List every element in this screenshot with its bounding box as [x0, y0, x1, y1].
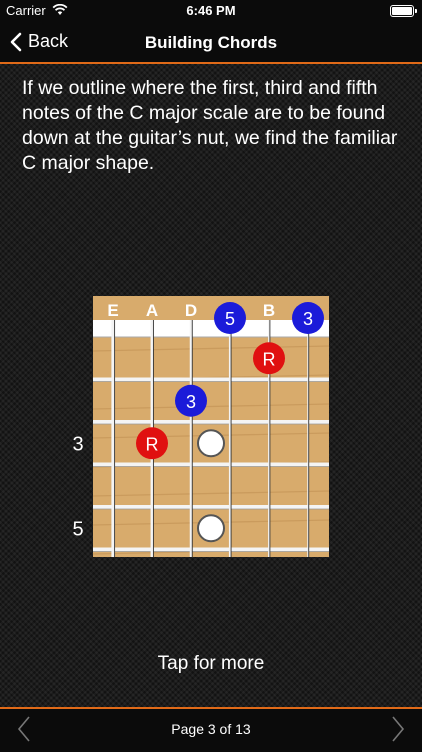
fret-wire: [93, 505, 329, 509]
fret-wire: [93, 377, 329, 382]
string-name-a: A: [146, 301, 158, 320]
next-page-icon[interactable]: [390, 715, 406, 743]
fret-inlay-dot: [197, 514, 225, 543]
note-label: 3: [303, 309, 313, 329]
fret-number-label: 5: [72, 518, 83, 540]
note-label: R: [146, 434, 159, 454]
fret-wire: [93, 462, 329, 467]
string-name-e: E: [107, 301, 118, 320]
page-indicator: Page 3 of 13: [171, 721, 251, 737]
fret-number-label: 3: [72, 433, 83, 455]
fret-wire: [93, 420, 329, 424]
note-label: 3: [186, 392, 196, 412]
fretboard-diagram[interactable]: EADGBE3553R3R: [0, 0, 422, 750]
string-name-b: B: [263, 301, 275, 320]
tap-for-more-button[interactable]: Tap for more: [0, 653, 422, 675]
fret-wire: [93, 547, 329, 552]
note-label: 5: [225, 309, 235, 329]
note-label: R: [263, 349, 276, 369]
string-name-d: D: [185, 301, 197, 320]
footer-bar: Page 3 of 13: [0, 707, 422, 752]
fret-inlay-dot: [197, 429, 225, 458]
